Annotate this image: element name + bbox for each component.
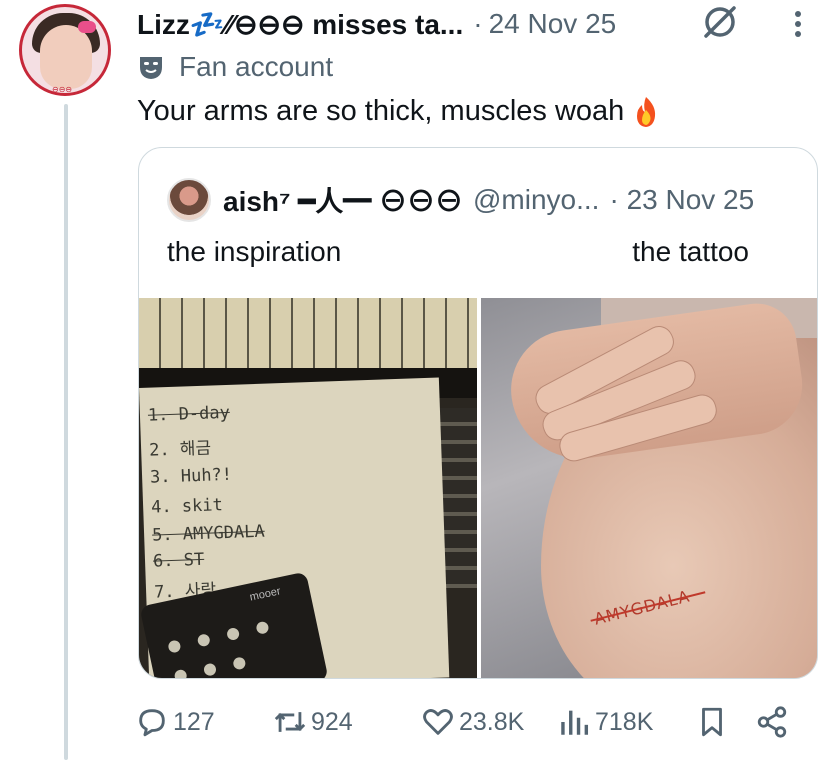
tracklist-line: 1. D-day — [147, 402, 231, 426]
tweet-text: Your arms are so thick, muscles woah — [137, 95, 658, 128]
quoted-author-handle[interactable]: @minyo... — [473, 184, 599, 216]
views-chart-icon — [561, 710, 589, 735]
author-name[interactable]: Lizz💤⁄⁄⊖⊖⊖ misses ta... — [137, 8, 463, 41]
like-button[interactable]: 23.8K — [421, 700, 524, 744]
avatar-face — [40, 25, 92, 89]
tracklist-line: 5. AMYGDALA — [151, 521, 266, 546]
quoted-tweet-header: aish⁷ ━人━ ⊖⊖⊖ @minyo... · 23 Nov 25 — [167, 178, 754, 222]
photo-inspiration[interactable]: 1. D-day 2. 해금 3. Huh?! 4. skit 5. AMYGD… — [139, 298, 477, 678]
tweet-header: Lizz💤⁄⁄⊖⊖⊖ misses ta... · 24 Nov 25 — [137, 6, 616, 42]
quoted-separator: · — [609, 184, 619, 215]
fan-account-label: Fan account — [137, 50, 333, 84]
fan-account-text: Fan account — [179, 51, 334, 82]
caption-inspiration: the inspiration — [167, 236, 342, 267]
repost-button[interactable]: 924 — [273, 700, 353, 744]
bookmark-icon — [702, 707, 722, 737]
views-count: 718K — [595, 707, 654, 736]
more-vertical-icon[interactable] — [783, 6, 813, 42]
quoted-tweet-date: · 23 Nov 25 — [609, 184, 754, 216]
caption-tattoo: the tattoo — [632, 236, 749, 267]
bookmark-button[interactable] — [695, 700, 733, 744]
device-label: mooer — [248, 585, 282, 604]
avatar-bow — [78, 21, 96, 33]
views-button[interactable]: 718K — [557, 700, 653, 744]
heart-icon — [423, 709, 453, 735]
repost-count: 924 — [311, 707, 353, 736]
tracklist-line: 3. Huh?! — [149, 464, 233, 488]
reply-button[interactable]: 127 — [135, 700, 215, 744]
like-count: 23.8K — [459, 707, 525, 736]
thread-line — [64, 104, 68, 760]
author-avatar[interactable]: ⊖⊖⊖ — [19, 4, 111, 96]
mixer-knob — [202, 662, 218, 677]
mixer-knob — [167, 639, 182, 654]
reply-count: 127 — [173, 707, 215, 736]
quoted-author-name[interactable]: aish⁷ ━人━ ⊖⊖⊖ — [223, 180, 463, 220]
avatar-tag: ⊖⊖⊖ — [52, 85, 73, 94]
action-bar: 127 924 23.8K 718K — [135, 700, 815, 744]
tracklist-line: 2. 해금 — [148, 438, 212, 461]
mixer-knob — [232, 656, 247, 671]
tracklist-line: 6. ST — [152, 549, 205, 572]
mixer-knob — [255, 620, 270, 635]
tweet-date[interactable]: 24 Nov 25 — [489, 8, 617, 40]
tracklist-line: 4. skit — [150, 495, 224, 518]
share-button[interactable] — [755, 700, 793, 744]
fire-emoji-icon — [637, 96, 656, 127]
repost-icon — [274, 712, 306, 732]
mixer-knob — [225, 626, 241, 642]
mask-icon — [140, 57, 162, 79]
tweet-body: Your arms are so thick, muscles woah — [137, 95, 625, 127]
reply-icon — [139, 709, 165, 737]
quoted-date[interactable]: 23 Nov 25 — [627, 184, 755, 215]
photo-tattoo[interactable]: AMYGDALA — [481, 298, 817, 678]
quoted-tweet-card[interactable]: aish⁷ ━人━ ⊖⊖⊖ @minyo... · 23 Nov 25 the … — [138, 147, 818, 679]
share-icon — [757, 706, 787, 738]
quoted-author-avatar[interactable] — [167, 178, 211, 222]
piano-keys — [139, 298, 477, 368]
mixer-knob — [173, 668, 188, 678]
header-separator: · — [473, 8, 483, 39]
grok-icon[interactable] — [700, 2, 740, 42]
mixer-knob — [196, 633, 211, 648]
